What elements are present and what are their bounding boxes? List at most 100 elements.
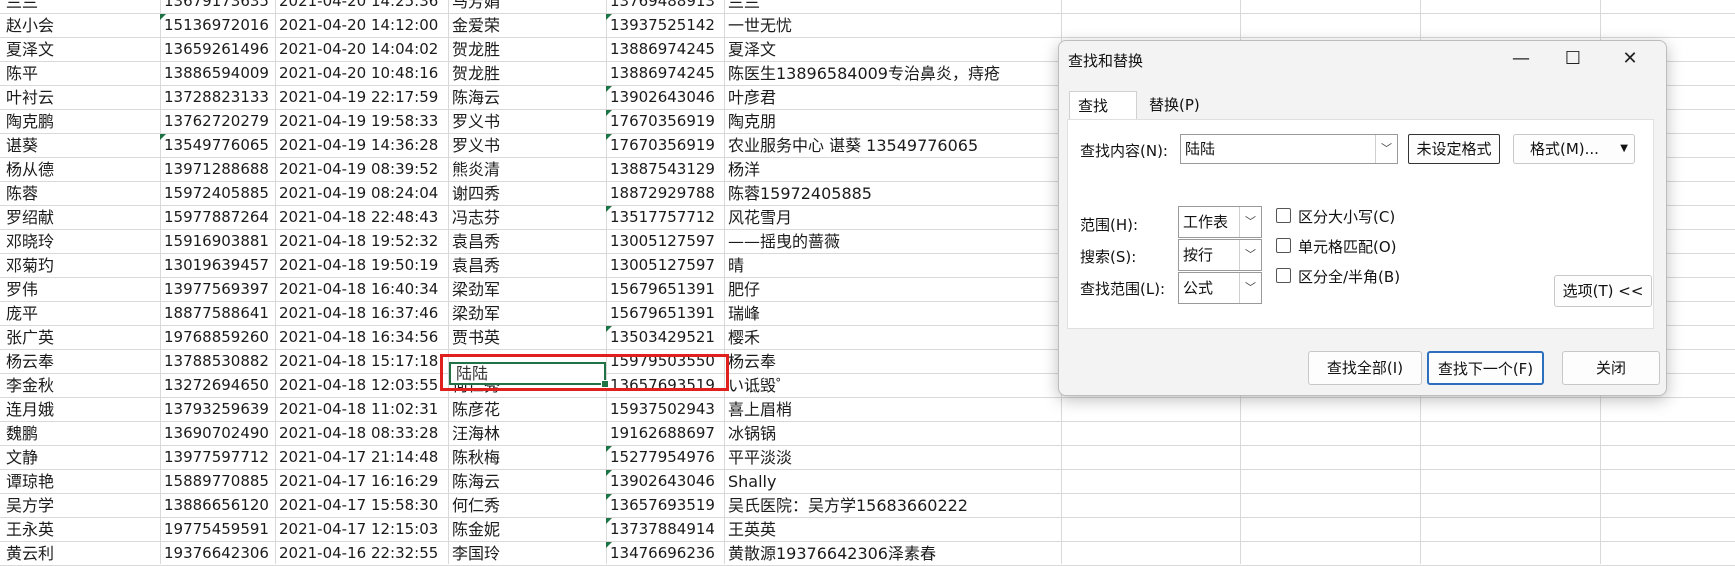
table-cell[interactable]: 2021-04-16 22:32:55 <box>279 542 438 565</box>
table-cell[interactable]: 13272694650 <box>164 374 269 397</box>
tab-replace[interactable]: 替换(P) <box>1141 91 1213 119</box>
table-cell[interactable]: 13886594009 <box>164 62 269 85</box>
table-cell[interactable]: 2021-04-20 14:25:36 <box>279 0 438 13</box>
table-cell[interactable]: 吴氏医院：吴方学15683660222 <box>728 494 968 517</box>
options-button[interactable]: 选项(T) << <box>1554 275 1652 307</box>
table-cell[interactable]: 风花雪月 <box>728 206 792 229</box>
table-row[interactable]: 文静 13977597712 2021-04-17 21:14:48 陈秋梅 15277… <box>0 446 1735 470</box>
table-row[interactable]: 赵小会 15136972016 2021-04-20 14:12:00 金爱荣 1393… <box>0 14 1735 38</box>
table-cell[interactable]: 瑞峰 <box>728 302 760 325</box>
table-cell[interactable]: 2021-04-18 16:34:56 <box>279 326 438 349</box>
tab-find[interactable]: 查找(D) <box>1069 91 1137 143</box>
table-row[interactable]: 连月娥 13793259639 2021-04-18 11:02:31 陈彦花 1593… <box>0 398 1735 422</box>
find-next-button[interactable]: 查找下一个(F) <box>1427 351 1544 385</box>
table-cell[interactable]: 李金秋 <box>6 374 54 397</box>
table-cell[interactable]: 2021-04-19 19:58:33 <box>279 110 438 133</box>
table-cell[interactable]: 杨洋 <box>728 158 760 181</box>
table-cell[interactable]: い诋毁゜ <box>728 374 792 397</box>
chevron-down-icon[interactable]: ﹀ <box>1375 135 1397 163</box>
table-cell[interactable]: 连月娥 <box>6 398 54 421</box>
table-cell[interactable]: 13886974245 <box>610 62 715 85</box>
find-all-button[interactable]: 查找全部(I) <box>1308 351 1422 385</box>
table-cell[interactable]: 2021-04-18 16:37:46 <box>279 302 438 325</box>
table-cell[interactable]: 谭琼艳 <box>6 470 54 493</box>
table-cell[interactable]: 梁劲军 <box>452 302 500 325</box>
table-cell[interactable]: 熊炎清 <box>452 158 500 181</box>
table-cell[interactable]: 13728823133 <box>164 86 269 109</box>
table-cell[interactable]: 王永英 <box>6 518 54 541</box>
table-cell[interactable]: 梁劲军 <box>452 278 500 301</box>
table-cell[interactable]: 杨云奉 <box>6 350 54 373</box>
table-cell[interactable]: 13737884914 <box>610 518 715 541</box>
table-cell[interactable]: 杨云奉 <box>728 350 776 373</box>
table-cell[interactable]: 平平淡淡 <box>728 446 792 469</box>
table-cell[interactable]: 罗伟 <box>6 278 38 301</box>
table-cell[interactable]: 19775459591 <box>164 518 269 541</box>
table-cell[interactable]: 罗绍献 <box>6 206 54 229</box>
table-cell[interactable]: 2021-04-17 16:16:29 <box>279 470 438 493</box>
table-cell[interactable]: 王英英 <box>728 518 776 541</box>
table-cell[interactable]: 谢四秀 <box>452 182 500 205</box>
table-cell[interactable]: 2021-04-20 10:48:16 <box>279 62 438 85</box>
table-cell[interactable]: 2021-04-18 08:33:28 <box>279 422 438 445</box>
lookin-select[interactable]: 公式 ﹀ <box>1178 272 1262 304</box>
table-cell[interactable]: 17670356919 <box>610 134 715 157</box>
search-select[interactable]: 按行 ﹀ <box>1178 239 1262 271</box>
chevron-down-icon[interactable]: ﹀ <box>1239 273 1261 303</box>
table-cell[interactable]: 陈医生13896584009专治鼻炎，痔疮 <box>728 62 1000 85</box>
table-cell[interactable]: 何仁秀 <box>452 494 500 517</box>
table-cell[interactable]: 罗义书 <box>452 110 500 133</box>
table-cell[interactable]: 邓晓玲 <box>6 230 54 253</box>
table-cell[interactable]: 13886656120 <box>164 494 269 517</box>
table-cell[interactable]: 马芳娟 <box>452 0 500 13</box>
table-row[interactable]: 兰兰 13679173635 2021-04-20 14:25:36 马芳娟 13769… <box>0 0 1735 14</box>
table-cell[interactable]: 2021-04-19 22:17:59 <box>279 86 438 109</box>
table-cell[interactable]: 叶衬云 <box>6 86 54 109</box>
table-cell[interactable]: 魏鹏 <box>6 422 38 445</box>
table-cell[interactable]: 13019639457 <box>164 254 269 277</box>
table-cell[interactable]: 邓菊玓 <box>6 254 54 277</box>
table-cell[interactable]: 陈海云 <box>452 470 500 493</box>
table-cell[interactable]: 15937502943 <box>610 398 715 421</box>
table-cell[interactable]: 冰锅锅 <box>728 422 776 445</box>
table-cell[interactable]: 2021-04-20 14:04:02 <box>279 38 438 61</box>
table-cell[interactable]: 喜上眉梢 <box>728 398 792 421</box>
table-cell[interactable]: 张广英 <box>6 326 54 349</box>
table-cell[interactable]: 2021-04-18 12:03:55 <box>279 374 438 397</box>
table-cell[interactable]: 谌葵 <box>6 134 38 157</box>
table-cell[interactable]: 13549776065 <box>164 134 269 157</box>
table-cell[interactable]: 13005127597 <box>610 230 715 253</box>
table-cell[interactable]: 黄散源19376642306泽素春 <box>728 542 936 565</box>
table-cell[interactable]: 金爱荣 <box>452 14 500 37</box>
table-cell[interactable]: 15916903881 <box>164 230 269 253</box>
table-cell[interactable]: 文静 <box>6 446 38 469</box>
match-cell-checkbox[interactable] <box>1276 238 1291 253</box>
table-cell[interactable]: 15889770885 <box>164 470 269 493</box>
table-cell[interactable]: 2021-04-19 14:36:28 <box>279 134 438 157</box>
table-cell[interactable]: 13937525142 <box>610 14 715 37</box>
table-cell[interactable]: 13886974245 <box>610 38 715 61</box>
table-cell[interactable]: 陈金妮 <box>452 518 500 541</box>
table-cell[interactable]: 18877588641 <box>164 302 269 325</box>
chevron-down-icon[interactable]: ﹀ <box>1239 207 1261 237</box>
table-cell[interactable]: 2021-04-19 08:24:04 <box>279 182 438 205</box>
table-cell[interactable]: 19376642306 <box>164 542 269 565</box>
table-cell[interactable]: 叶彦君 <box>728 86 776 109</box>
table-cell[interactable]: 黄云利 <box>6 542 54 565</box>
table-cell[interactable]: 18872929788 <box>610 182 715 205</box>
table-cell[interactable]: 13657693519 <box>610 494 715 517</box>
close-button[interactable]: 关闭 <box>1562 351 1660 385</box>
match-case-checkbox[interactable] <box>1276 208 1291 223</box>
table-row[interactable]: 黄云利 19376642306 2021-04-16 22:32:55 李国玲 1347… <box>0 542 1735 566</box>
close-icon[interactable]: ✕ <box>1604 41 1656 77</box>
table-cell[interactable]: 吴方学 <box>6 494 54 517</box>
table-cell[interactable]: 陈蓉15972405885 <box>728 182 872 205</box>
table-cell[interactable]: 15977887264 <box>164 206 269 229</box>
table-cell[interactable]: 2021-04-18 19:50:19 <box>279 254 438 277</box>
table-cell[interactable]: 13977597712 <box>164 446 269 469</box>
table-cell[interactable]: 冯志芬 <box>452 206 500 229</box>
table-cell[interactable]: 肥仔 <box>728 278 760 301</box>
maximize-icon[interactable]: ☐ <box>1547 41 1599 77</box>
table-cell[interactable]: 陈秋梅 <box>452 446 500 469</box>
table-cell[interactable]: 陈平 <box>6 62 38 85</box>
